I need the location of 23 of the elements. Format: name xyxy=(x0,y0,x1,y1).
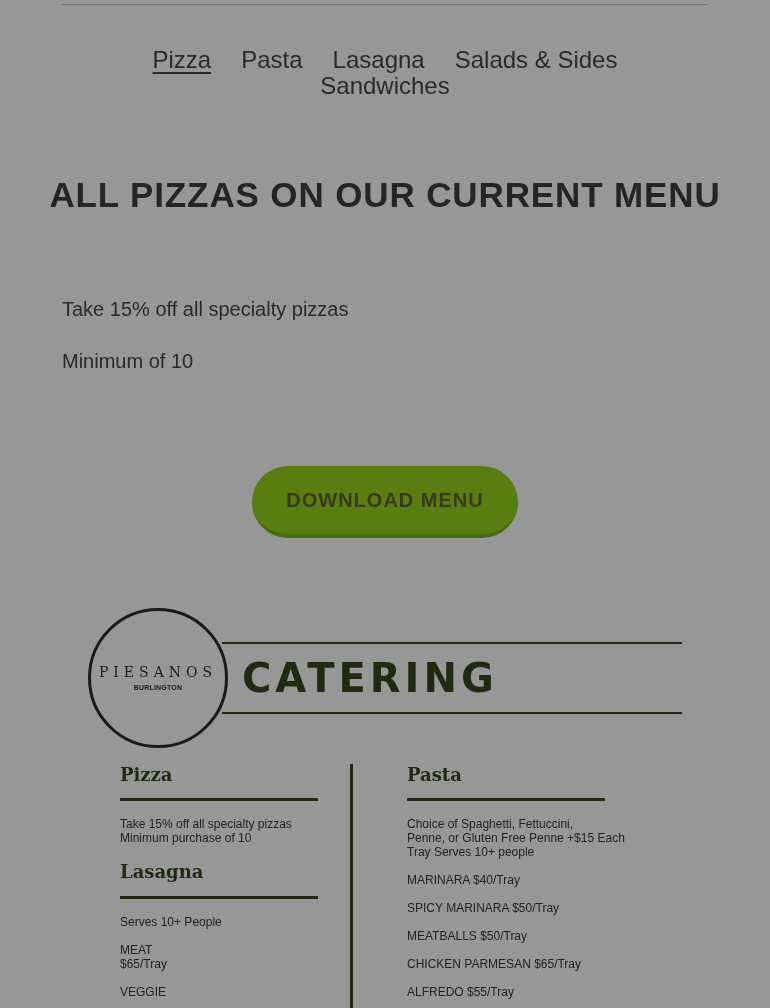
offer-text: Minimum of 10 xyxy=(62,348,195,374)
menu-text: MARINARA $40/Tray xyxy=(407,873,521,887)
menu-text: CHICKEN PARMESAN $65/Tray xyxy=(407,957,583,971)
section-heading: Lasagna xyxy=(120,861,205,884)
menu-tab[interactable]: Pizza xyxy=(152,47,212,73)
menu-tab[interactable]: Pasta xyxy=(241,47,303,73)
section-heading: Pizza xyxy=(120,763,174,786)
menu-tab[interactable]: Lasagna xyxy=(332,47,425,73)
logo-name: PIESANOS xyxy=(98,662,218,682)
page-heading: ALL PIZZAS ON OUR CURRENT MENU xyxy=(48,174,722,216)
menu-tab[interactable]: Sandwiches xyxy=(320,73,450,99)
menu-text: ALFREDO $55/Tray xyxy=(407,985,515,999)
menu-text: VEGGIE xyxy=(120,984,167,999)
menu-text: MEATBALLS $50/Tray xyxy=(407,929,529,943)
menu-text: Choice of Spaghetti, Fettuccini, Penne, or Gluten Free Penne +$15 Each Tray Serves 10+ people xyxy=(407,817,626,859)
offer-text: Take 15% off all specialty pizzas xyxy=(62,296,350,322)
menu-text: SPICY MARINARA $50/Tray xyxy=(407,901,561,915)
catering-title: CATERING xyxy=(242,653,498,703)
menu-tab[interactable]: Salads & Sides xyxy=(454,47,618,73)
menu-text: MEAT $65/Tray xyxy=(120,942,168,971)
menu-text: Take 15% off all specialty pizzas Minimum purchase of 10 xyxy=(120,817,293,845)
menu-text: Serves 10+ People xyxy=(120,914,223,929)
section-heading: Pasta xyxy=(407,763,463,786)
